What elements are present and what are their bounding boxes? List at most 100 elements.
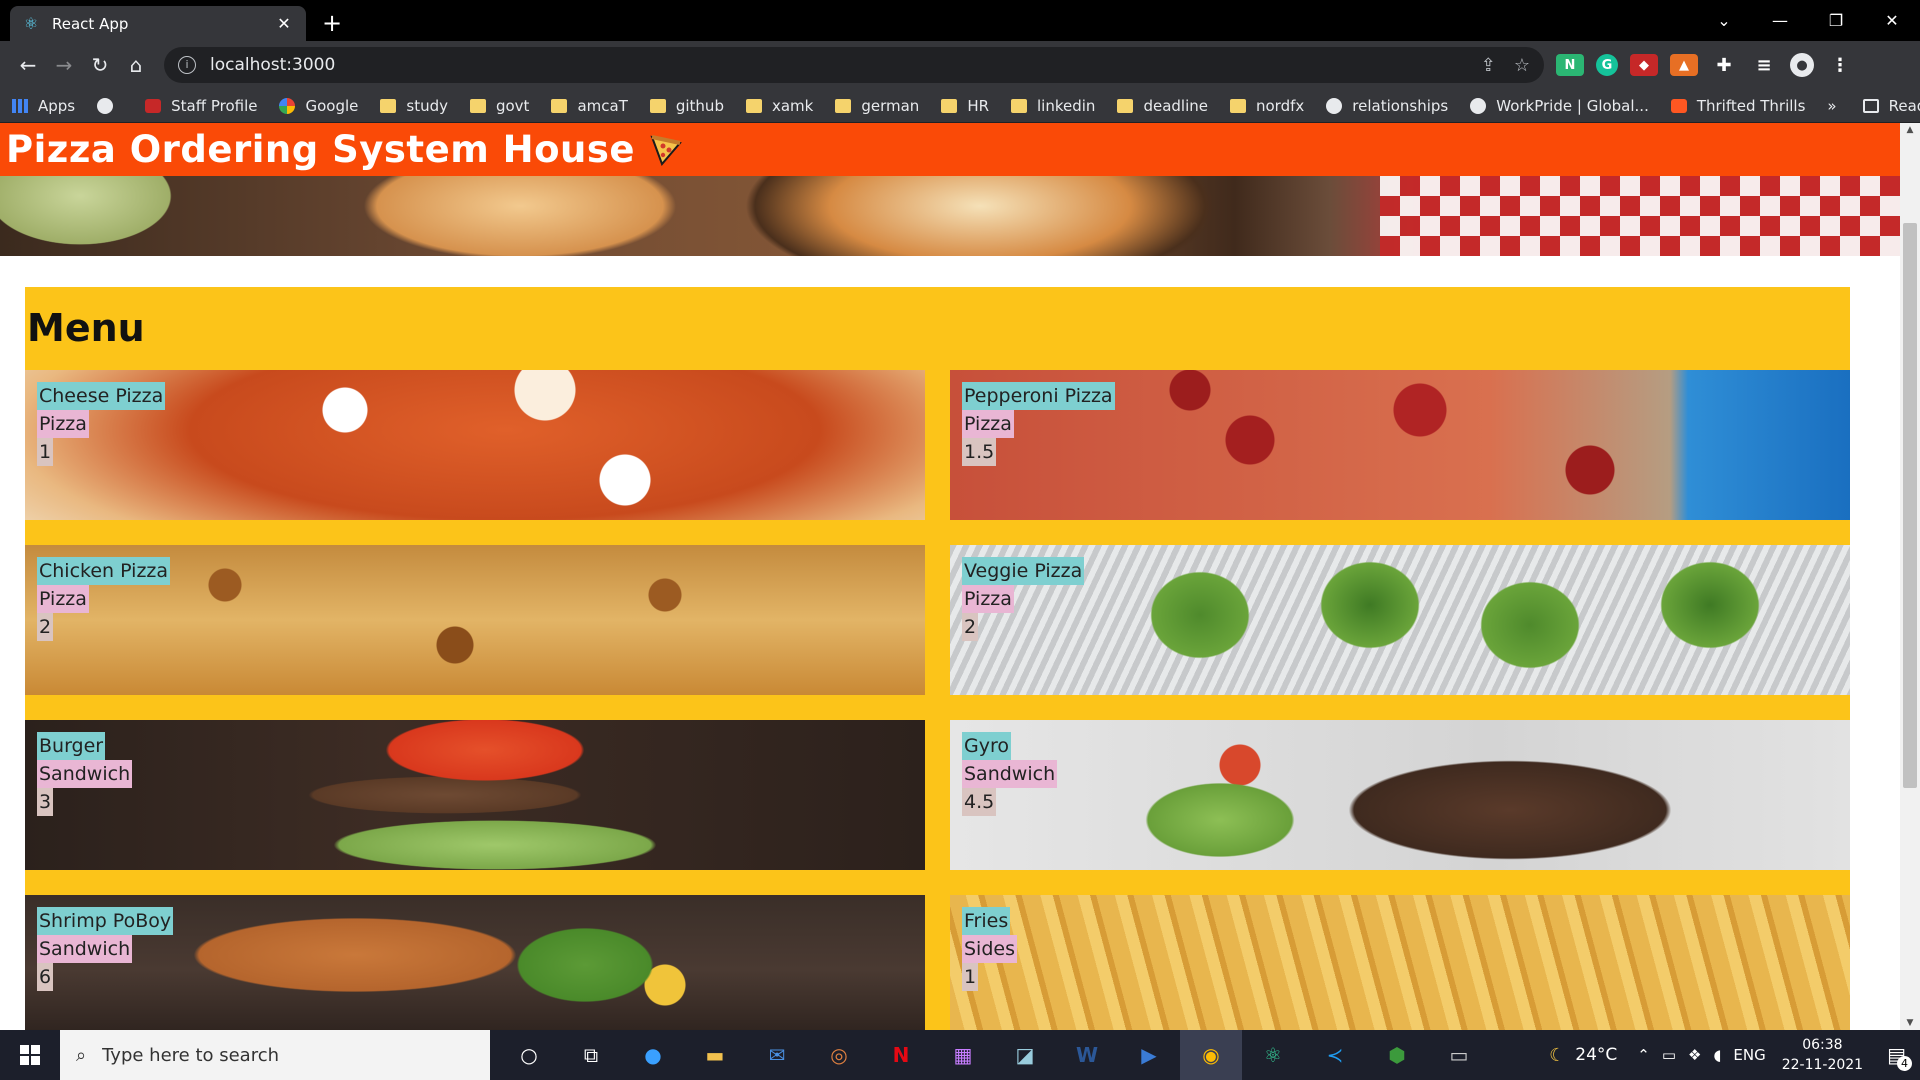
mail-icon[interactable]: ✉ <box>746 1043 808 1067</box>
word-icon[interactable]: W <box>1056 1043 1118 1067</box>
menu-item-card[interactable]: Cheese Pizza Pizza 1 <box>25 370 925 520</box>
browser-tab[interactable]: ⚛ React App ✕ <box>10 6 306 41</box>
bookmark-label: Thrifted Thrills <box>1696 96 1806 115</box>
extension-red-icon[interactable]: ◆ <box>1630 54 1658 76</box>
reading-list-button[interactable]: Reading list <box>1862 97 1920 115</box>
clock[interactable]: 06:38 22-11-2021 <box>1782 1035 1863 1075</box>
bookmark-item[interactable]: deadline <box>1117 97 1208 115</box>
menu-item-card[interactable]: Veggie Pizza Pizza 2 <box>950 545 1850 695</box>
menu-title: Menu <box>27 306 145 350</box>
dropbox-icon[interactable]: ❖ <box>1688 1046 1701 1064</box>
tray-chevron-icon[interactable]: ⌃ <box>1637 1046 1650 1064</box>
bookmark-label: amcaT <box>577 96 628 115</box>
bookmark-item[interactable] <box>97 97 123 114</box>
terminal-icon[interactable]: ▭ <box>1428 1043 1490 1067</box>
bookmark-item[interactable]: WorkPride | Global... <box>1470 97 1649 115</box>
menu-item-card[interactable]: Fries Sides 1 <box>950 895 1850 1030</box>
extension-n-icon[interactable]: N <box>1556 54 1584 76</box>
video-editor-icon[interactable]: ▶ <box>1118 1043 1180 1067</box>
menu-item-category: Pizza <box>37 585 89 613</box>
app-icon[interactable]: ▦ <box>932 1043 994 1067</box>
close-tab-icon[interactable]: ✕ <box>274 14 294 33</box>
bookmarks-overflow-button[interactable]: » <box>1827 97 1836 115</box>
pizza-icon <box>650 134 682 166</box>
media-queue-icon[interactable]: ≡ <box>1750 54 1778 76</box>
nodejs-icon[interactable]: ⬢ <box>1366 1043 1428 1067</box>
tab-title: React App <box>52 14 129 33</box>
language-indicator[interactable]: ENG <box>1733 1046 1765 1064</box>
menu-item-card[interactable]: Shrimp PoBoy Sandwich 6 <box>25 895 925 1030</box>
edge-icon[interactable]: ● <box>622 1043 684 1067</box>
chrome-icon[interactable]: ◉ <box>1180 1030 1242 1080</box>
menu-item-info: Fries Sides 1 <box>962 907 1017 991</box>
netflix-icon[interactable]: N <box>870 1043 932 1067</box>
bookmark-item[interactable]: govt <box>469 96 530 115</box>
grammarly-icon[interactable]: G <box>1596 54 1618 76</box>
bookmark-item[interactable]: Google <box>279 97 358 115</box>
restore-icon[interactable]: ❐ <box>1808 11 1864 30</box>
notes-icon[interactable]: ◪ <box>994 1043 1056 1067</box>
menu-kebab-icon[interactable]: ⋮ <box>1826 54 1854 76</box>
bookmark-item[interactable]: Thrifted Thrills <box>1670 96 1806 115</box>
folder-icon <box>745 98 762 113</box>
bookmark-item[interactable]: relationships <box>1326 97 1448 115</box>
bookmark-item[interactable]: Staff Profile <box>145 97 257 115</box>
notifications-icon[interactable]: ▤ 4 <box>1887 1043 1912 1071</box>
minimize-icon[interactable]: — <box>1752 11 1808 30</box>
menu-item-category: Sandwich <box>37 935 133 963</box>
cortana-icon[interactable]: ○ <box>498 1043 560 1067</box>
new-tab-button[interactable]: + <box>312 6 352 41</box>
menu-item-card[interactable]: Burger Sandwich 3 <box>25 720 925 870</box>
bookmark-item[interactable]: german <box>835 97 919 115</box>
extension-metamask-icon[interactable]: ▲ <box>1670 54 1698 76</box>
page-viewport: Pizza Ordering System House Menu Cheese … <box>0 123 1900 1030</box>
bookmark-item[interactable]: linkedin <box>1011 97 1095 115</box>
reload-icon[interactable]: ↻ <box>82 47 118 83</box>
bookmark-label: Staff Profile <box>171 96 258 115</box>
vscode-icon[interactable]: ≺ <box>1304 1043 1366 1067</box>
task-view-icon[interactable]: ⧉ <box>560 1043 622 1067</box>
volume-icon[interactable]: ◖ <box>1713 1046 1721 1064</box>
extensions-puzzle-icon[interactable]: ✚ <box>1710 54 1738 76</box>
share-icon[interactable]: ⇪ <box>1481 55 1496 76</box>
folder-icon <box>469 98 486 113</box>
profile-avatar[interactable]: ● <box>1790 53 1814 77</box>
forward-icon[interactable]: → <box>46 47 82 83</box>
menu-item-card[interactable]: Gyro Sandwich 4.5 <box>950 720 1850 870</box>
browser-tabbar: ⚛ React App ✕ + ⌄ — ❐ ✕ <box>0 0 1920 41</box>
scroll-down-icon[interactable]: ▼ <box>1900 1018 1920 1028</box>
menu-item-info: Veggie Pizza Pizza 2 <box>962 557 1085 641</box>
battery-icon[interactable]: ▭ <box>1662 1046 1676 1064</box>
page-scrollbar[interactable]: ▲ ▼ <box>1900 123 1920 1030</box>
weather-icon[interactable]: ☾ <box>1549 1045 1565 1066</box>
menu-item-card[interactable]: Chicken Pizza Pizza 2 <box>25 545 925 695</box>
bookmark-label: govt <box>495 96 530 115</box>
taskbar-search[interactable]: ⌕ Type here to search <box>60 1030 490 1080</box>
bookmark-item[interactable]: Apps <box>12 97 75 115</box>
site-info-icon[interactable]: i <box>178 56 196 74</box>
menu-item-card[interactable]: Pepperoni Pizza Pizza 1.5 <box>950 370 1850 520</box>
bookmark-item[interactable]: xamk <box>745 97 813 115</box>
weather-temp[interactable]: 24°C <box>1575 1045 1617 1065</box>
media-player-icon[interactable]: ◎ <box>808 1043 870 1067</box>
bookmark-item[interactable]: study <box>380 97 448 115</box>
start-button[interactable] <box>0 1030 60 1080</box>
atom-icon[interactable]: ⚛ <box>1242 1043 1304 1067</box>
address-bar[interactable]: i localhost:3000 ⇪ ☆ <box>164 47 1544 83</box>
folder-icon <box>649 98 666 113</box>
bookmark-item[interactable]: nordfx <box>1229 97 1304 115</box>
close-window-icon[interactable]: ✕ <box>1864 11 1920 30</box>
scrollbar-thumb[interactable] <box>1903 223 1917 788</box>
bookmark-item[interactable]: HR <box>941 97 989 115</box>
menu-item-info: Gyro Sandwich 4.5 <box>962 732 1058 816</box>
bookmark-item[interactable]: amcaT <box>551 96 628 115</box>
back-icon[interactable]: ← <box>10 47 46 83</box>
menu-item-price: 6 <box>37 963 54 991</box>
scroll-up-icon[interactable]: ▲ <box>1900 125 1920 135</box>
url-text[interactable]: localhost:3000 <box>210 55 1463 75</box>
file-explorer-icon[interactable]: ▬ <box>684 1043 746 1067</box>
bookmark-item[interactable]: github <box>649 97 724 115</box>
tab-search-icon[interactable]: ⌄ <box>1696 11 1752 30</box>
home-icon[interactable]: ⌂ <box>118 47 154 83</box>
bookmark-star-icon[interactable]: ☆ <box>1514 55 1530 76</box>
